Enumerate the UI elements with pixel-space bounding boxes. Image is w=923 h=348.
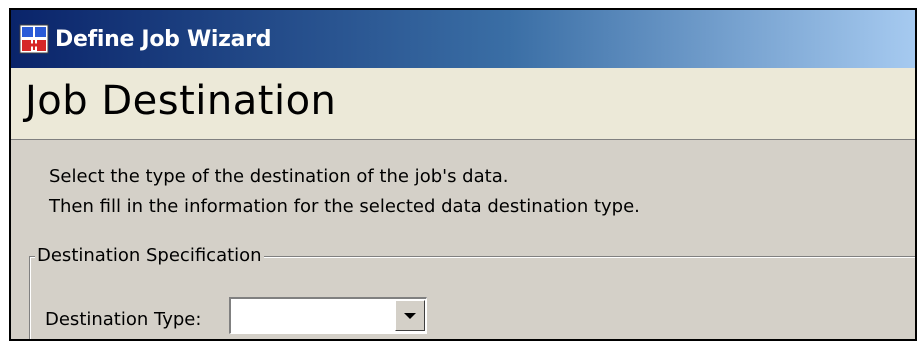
wizard-app-icon (19, 24, 49, 54)
group-label: Destination Specification (35, 245, 264, 266)
description-line-1: Select the type of the destination of th… (49, 166, 509, 187)
dropdown-button[interactable] (395, 300, 425, 331)
wizard-header: Job Destination (11, 68, 915, 140)
destination-specification-group: Destination Specification Destination Ty… (29, 245, 915, 339)
destination-type-label: Destination Type: (45, 309, 202, 330)
window-title: Define Job Wizard (55, 26, 272, 52)
page-description: Select the type of the destination of th… (49, 162, 640, 222)
title-bar[interactable]: Define Job Wizard (11, 10, 915, 68)
destination-type-dropdown[interactable] (229, 297, 427, 334)
page-title: Job Destination (25, 78, 337, 124)
wizard-window: Define Job Wizard Job Destination Select… (9, 8, 917, 341)
chevron-down-icon (404, 312, 416, 319)
description-line-2: Then fill in the information for the sel… (49, 196, 640, 217)
